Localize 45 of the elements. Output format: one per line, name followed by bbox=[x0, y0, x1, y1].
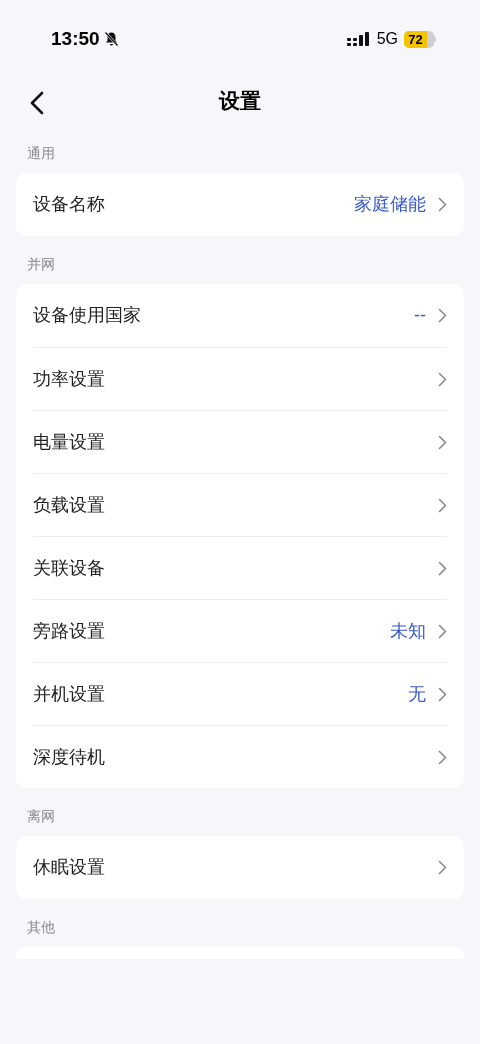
chevron-right-icon bbox=[438, 623, 447, 639]
page-title: 设置 bbox=[219, 88, 261, 115]
signal-icon bbox=[346, 31, 371, 47]
settings-row[interactable]: 休眠设置 bbox=[33, 836, 447, 899]
chevron-right-icon bbox=[438, 308, 447, 323]
settings-row[interactable]: 设备名称 家庭储能 bbox=[33, 173, 447, 236]
settings-row[interactable]: 并机设置 无 bbox=[33, 662, 447, 725]
settings-row[interactable]: 功率设置 bbox=[33, 347, 447, 410]
section-header: 离网 bbox=[26, 807, 56, 825]
setting-label: 负载设置 bbox=[33, 493, 105, 517]
setting-label: 设备使用国家 bbox=[33, 304, 141, 327]
setting-label: 休眠设置 bbox=[33, 856, 105, 879]
settings-row[interactable]: 关联设备 bbox=[33, 536, 447, 599]
bell-muted-icon bbox=[103, 31, 119, 47]
section-header: 其他 bbox=[26, 918, 56, 936]
chevron-right-icon bbox=[438, 197, 447, 212]
chevron-right-icon bbox=[438, 860, 447, 875]
status-time: 13:50 bbox=[51, 26, 100, 51]
settings-row[interactable]: 负载设置 bbox=[33, 473, 447, 536]
chevron-right-icon bbox=[438, 497, 447, 513]
chevron-right-icon bbox=[438, 560, 447, 576]
chevron-right-icon bbox=[438, 434, 447, 450]
setting-label: 并机设置 bbox=[33, 682, 105, 706]
back-icon bbox=[30, 91, 44, 115]
section-header: 并网 bbox=[26, 255, 56, 273]
battery-level-text: 72 bbox=[408, 32, 423, 46]
setting-label: 关联设备 bbox=[33, 556, 105, 580]
network-label: 5G bbox=[376, 29, 398, 49]
settings-row[interactable]: 电量设置 bbox=[33, 410, 447, 473]
setting-label: 旁路设置 bbox=[33, 619, 105, 643]
section-header: 通用 bbox=[26, 144, 56, 162]
setting-value: -- bbox=[414, 304, 426, 327]
setting-value: 未知 bbox=[390, 619, 426, 643]
setting-label: 深度待机 bbox=[33, 745, 105, 769]
setting-label: 电量设置 bbox=[33, 430, 105, 454]
setting-label: 功率设置 bbox=[33, 367, 105, 391]
settings-row[interactable]: 设备使用国家 -- bbox=[33, 284, 447, 347]
chevron-right-icon bbox=[438, 686, 447, 702]
setting-value: 无 bbox=[408, 682, 426, 706]
setting-label: 设备名称 bbox=[33, 193, 105, 216]
settings-row[interactable]: 旁路设置 未知 bbox=[33, 599, 447, 662]
chevron-right-icon bbox=[438, 749, 447, 765]
setting-value: 家庭储能 bbox=[354, 193, 426, 216]
chevron-right-icon bbox=[438, 371, 447, 387]
settings-row[interactable]: 深度待机 bbox=[33, 725, 447, 788]
